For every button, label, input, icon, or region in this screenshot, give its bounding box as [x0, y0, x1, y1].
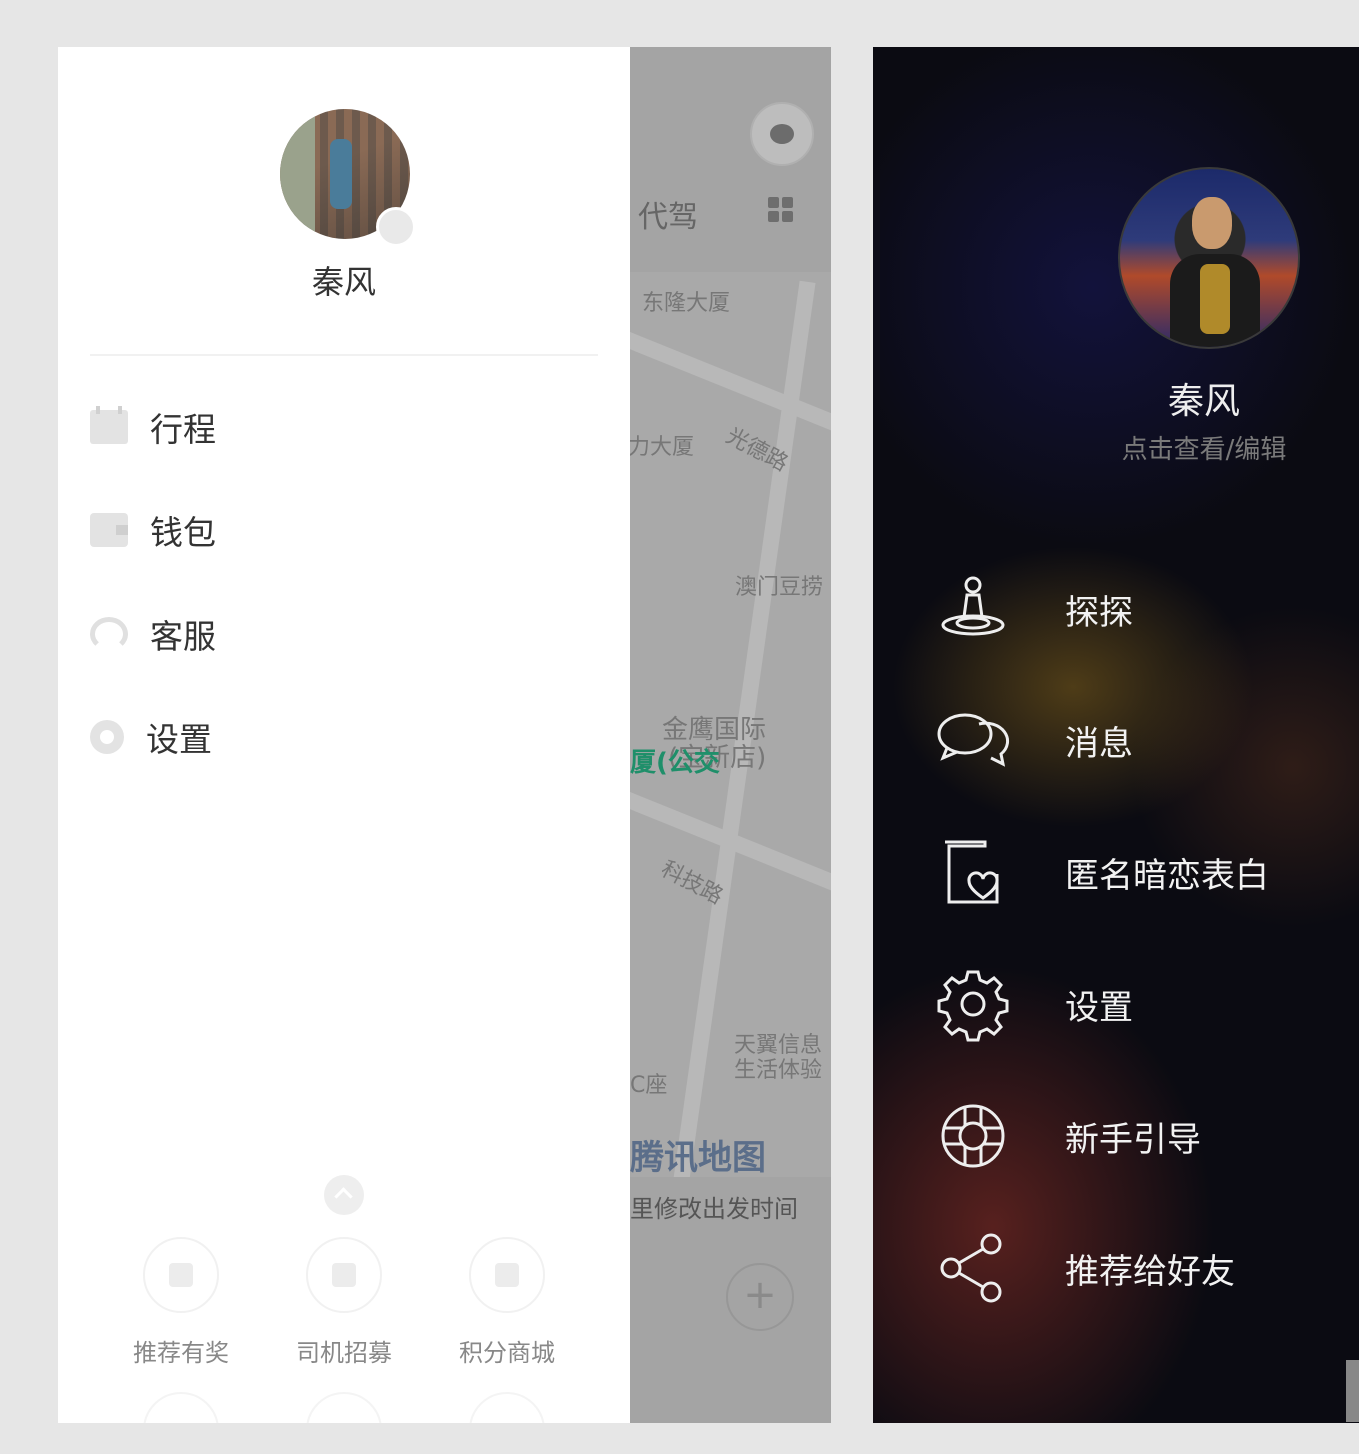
menu-item-label: 行程 — [150, 410, 216, 449]
menu-item-recommend-friends[interactable]: 推荐给好友 — [933, 1228, 1235, 1308]
menu-item-anonymous-confession[interactable]: 匿名暗恋表白 — [933, 832, 1269, 912]
shortcut-label: 推荐有奖 — [133, 1339, 229, 1367]
map-label: 澳门豆捞 — [735, 575, 824, 600]
map-label: 力大厦 — [630, 435, 695, 460]
add-icon[interactable]: + — [726, 1263, 794, 1331]
calendar-icon — [90, 406, 128, 444]
menu-item-settings[interactable]: 设置 — [933, 964, 1133, 1044]
shortcut-label: 司机招募 — [296, 1339, 392, 1367]
view-edit-profile-link[interactable]: 点击查看/编辑 — [969, 429, 1359, 466]
side-drawer: 秦风 行程 钱包 客服 设置 推荐有奖 司机招募 积分商城 — [58, 47, 630, 1423]
departure-time-hint[interactable]: 里修改出发时间 — [630, 1189, 798, 1224]
shortcut-driver-recruit[interactable]: 司机招募 — [274, 1237, 414, 1368]
avatar-figure — [330, 139, 352, 209]
user-name[interactable]: 秦风 — [58, 257, 630, 303]
avatar-badge-icon — [376, 207, 416, 247]
menu-item-label: 钱包 — [150, 513, 216, 552]
shortcut-icon — [143, 1392, 219, 1423]
heart-book-icon — [945, 840, 999, 904]
map-background[interactable]: 代驾 东隆大厦 力大厦 光德路 澳门豆捞 金鹰国际 (宝新店) 厦(公交 科技路… — [630, 47, 831, 1423]
map-label: 生活体验 — [734, 1058, 823, 1083]
right-phone-screen: 秦风 点击查看/编辑 探探 消息 匿名暗恋表白 设置 新手引导 推荐给好友 — [873, 47, 1359, 1423]
avatar-face — [1192, 197, 1232, 249]
menu-item-settings[interactable]: 设置 — [90, 707, 212, 767]
wallet-icon — [90, 513, 128, 547]
menu-item-service[interactable]: 客服 — [90, 604, 216, 664]
shortcut-partial[interactable] — [437, 1392, 577, 1423]
shortcut-partial[interactable] — [274, 1392, 414, 1423]
chat-icon[interactable] — [750, 102, 814, 166]
menu-item-label: 新手引导 — [1065, 1119, 1201, 1160]
menu-item-label: 设置 — [1065, 987, 1133, 1028]
share-icon — [940, 1233, 1002, 1303]
shortcut-partial[interactable] — [111, 1392, 251, 1423]
shortcut-referral[interactable]: 推荐有奖 — [111, 1237, 251, 1368]
menu-item-label: 推荐给好友 — [1065, 1251, 1235, 1292]
avatar-wall — [280, 109, 315, 239]
driver-icon — [306, 1237, 382, 1313]
menu-item-wallet[interactable]: 钱包 — [90, 500, 216, 560]
shortcut-icon — [306, 1392, 382, 1423]
user-name[interactable]: 秦风 — [969, 372, 1359, 424]
chat-bubbles-icon — [937, 713, 1010, 767]
grid-menu-icon[interactable] — [768, 197, 794, 223]
divider — [90, 354, 598, 356]
menu-item-beginner-guide[interactable]: 新手引导 — [933, 1096, 1201, 1176]
cart-icon — [469, 1237, 545, 1313]
map-label: 东隆大厦 — [642, 291, 731, 316]
collapse-up-icon[interactable] — [324, 1175, 364, 1215]
menu-item-tantan[interactable]: 探探 — [933, 569, 1133, 649]
menu-item-label: 设置 — [146, 720, 212, 759]
map-provider-logo: 腾讯地图 — [630, 1138, 766, 1178]
menu-item-label: 客服 — [150, 617, 216, 656]
gear-icon — [937, 970, 1009, 1042]
menu-item-label: 消息 — [1065, 723, 1133, 764]
avatar[interactable] — [1118, 167, 1300, 349]
shortcut-points-mall[interactable]: 积分商城 — [437, 1237, 577, 1368]
menu-item-trips[interactable]: 行程 — [90, 397, 216, 457]
lifebuoy-icon — [941, 1104, 1005, 1168]
shortcut-icon — [469, 1392, 545, 1423]
map-label: C座 — [630, 1073, 668, 1098]
left-phone-screen: 代驾 东隆大厦 力大厦 光德路 澳门豆捞 金鹰国际 (宝新店) 厦(公交 科技路… — [58, 47, 831, 1423]
tab-designated-driver[interactable]: 代驾 — [638, 192, 698, 236]
menu-item-label: 探探 — [1065, 592, 1133, 633]
scroll-edge — [1346, 1360, 1359, 1422]
menu-item-label: 匿名暗恋表白 — [1065, 855, 1269, 896]
gear-icon — [90, 720, 124, 754]
menu-item-messages[interactable]: 消息 — [933, 700, 1133, 780]
location-pin-icon — [941, 576, 1005, 636]
headset-icon — [90, 617, 128, 651]
bus-stop-label: 厦(公交 — [630, 748, 720, 778]
avatar-body — [1170, 254, 1260, 347]
gift-icon — [143, 1237, 219, 1313]
shortcut-label: 积分商城 — [459, 1339, 555, 1367]
